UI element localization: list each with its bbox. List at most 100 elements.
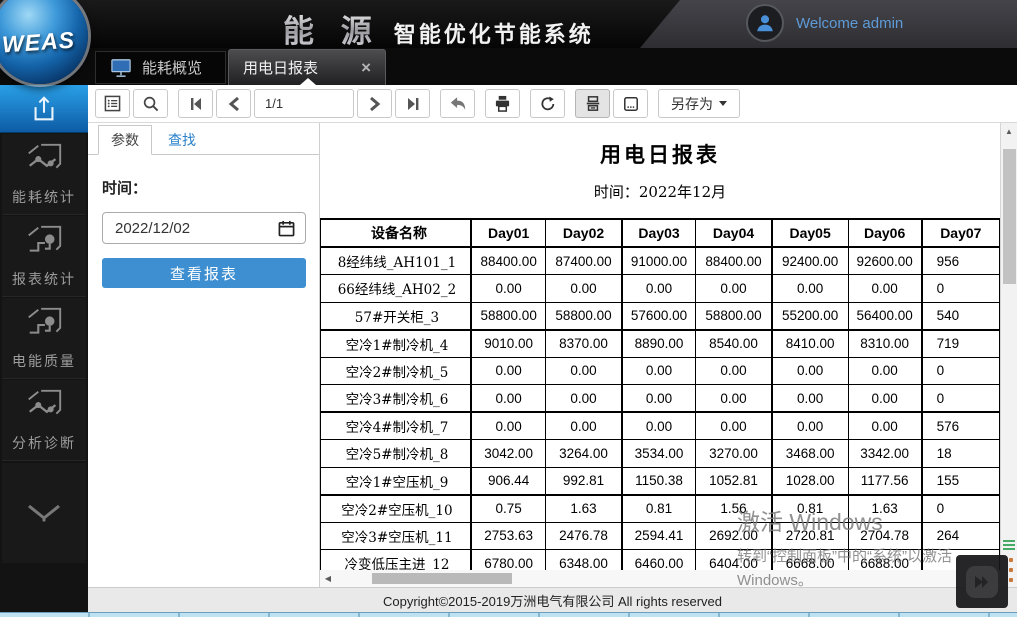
value-cell: 8540.00 <box>696 330 772 358</box>
value-cell: 0.00 <box>772 275 848 303</box>
close-tab-icon[interactable]: × <box>361 58 371 78</box>
value-cell: 0.00 <box>696 385 772 413</box>
value-cell: 3270.00 <box>696 440 772 468</box>
value-cell: 0.00 <box>848 275 922 303</box>
last-page-button[interactable] <box>395 89 430 118</box>
params-panel-toggle-button[interactable] <box>95 89 130 118</box>
value-cell: 18 <box>922 440 1000 468</box>
table-row: 空冷3#空压机_112753.632476.782594.412692.0027… <box>321 522 1000 550</box>
day-column-header: Day03 <box>622 219 696 247</box>
save-as-button[interactable]: 另存为 <box>658 89 740 118</box>
value-cell: 540 <box>922 302 1000 330</box>
value-cell: 58800.00 <box>546 302 622 330</box>
next-page-button[interactable] <box>357 89 392 118</box>
time-label: 时间： <box>102 177 319 198</box>
day-column-header: Day06 <box>848 219 922 247</box>
value-cell: 1.56 <box>696 495 772 523</box>
value-cell: 1150.38 <box>622 467 696 495</box>
scroll-left-arrow-icon[interactable]: ◀ <box>320 574 336 583</box>
sidebar-item-report-stats[interactable]: 报表统计 <box>2 216 86 297</box>
last-page-icon <box>406 97 420 111</box>
value-cell: 264 <box>922 522 1000 550</box>
report-subtitle: 时间：2022年12月 <box>320 181 1000 202</box>
recorder-icon[interactable] <box>966 566 998 598</box>
caret-down-icon <box>719 101 727 106</box>
value-cell: 0.00 <box>772 385 848 413</box>
chevron-down-icon <box>21 502 67 524</box>
report-title: 用电日报表 <box>320 139 1000 169</box>
refresh-button[interactable] <box>530 89 565 118</box>
welcome-text: Welcome admin <box>796 15 903 32</box>
value-cell: 92400.00 <box>772 247 848 275</box>
value-cell: 956 <box>922 247 1000 275</box>
value-cell: 8410.00 <box>772 330 848 358</box>
value-cell: 0.81 <box>772 495 848 523</box>
back-button[interactable] <box>440 89 475 118</box>
device-name-cell: 空冷2#空压机_10 <box>321 495 471 523</box>
tab-energy-overview[interactable]: 能耗概览 <box>95 51 226 84</box>
sidebar-expander[interactable] <box>2 463 86 563</box>
panel-tab-params[interactable]: 参数 <box>98 125 152 155</box>
sidebar-export-button[interactable] <box>0 85 88 133</box>
value-cell: 1.63 <box>546 495 622 523</box>
value-cell: 8370.00 <box>546 330 622 358</box>
date-picker-input[interactable]: 2022/12/02 <box>102 212 306 244</box>
value-cell: 2720.81 <box>772 522 848 550</box>
date-value: 2022/12/02 <box>115 220 190 237</box>
sidebar-item-power-quality[interactable]: 电能质量 <box>2 298 86 379</box>
first-page-button[interactable] <box>178 89 213 118</box>
value-cell: 1177.56 <box>848 467 922 495</box>
value-cell: 2594.41 <box>622 522 696 550</box>
value-cell: 88400.00 <box>696 247 772 275</box>
value-cell: 1052.81 <box>696 467 772 495</box>
user-avatar[interactable] <box>746 4 784 42</box>
user-area[interactable]: Welcome admin <box>746 4 903 42</box>
value-cell: 0.00 <box>546 412 622 440</box>
sidebar-item-label: 电能质量 <box>12 351 76 371</box>
weas-logo-text: WEAS <box>1 26 76 58</box>
search-button[interactable] <box>133 89 168 118</box>
view-report-button[interactable]: 查看报表 <box>102 258 306 288</box>
prev-page-button[interactable] <box>216 89 251 118</box>
footer: Copyright©2015-2019万洲电气有限公司 All rights r… <box>88 587 1017 612</box>
sidebar-item-analysis-diagnosis[interactable]: 分析诊断 <box>2 380 86 461</box>
value-cell: 0.00 <box>848 385 922 413</box>
report-table-body: 8经纬线_AH101_188400.0087400.0091000.008840… <box>321 247 1000 577</box>
page-view-button[interactable] <box>613 89 648 118</box>
panel-tab-search[interactable]: 查找 <box>156 126 208 154</box>
value-cell: 92600.00 <box>848 247 922 275</box>
skip-play-icon <box>974 575 990 589</box>
horizontal-scrollbar[interactable]: ◀ <box>320 570 1000 587</box>
value-cell: 719 <box>922 330 1000 358</box>
value-cell: 0.00 <box>622 275 696 303</box>
value-cell: 576 <box>922 412 1000 440</box>
vertical-scroll-thumb[interactable] <box>1003 149 1016 284</box>
scroll-up-arrow-icon[interactable]: ▲ <box>1001 123 1017 139</box>
refresh-icon <box>540 96 556 112</box>
value-cell: 0.81 <box>622 495 696 523</box>
value-cell: 906.44 <box>471 467 546 495</box>
value-cell: 57600.00 <box>622 302 696 330</box>
value-cell: 3468.00 <box>772 440 848 468</box>
device-name-cell: 66经纬线_AH02_2 <box>321 275 471 303</box>
sidebar-item-label: 能耗统计 <box>12 187 76 207</box>
page-number-input[interactable] <box>254 89 354 118</box>
device-name-cell: 8经纬线_AH101_1 <box>321 247 471 275</box>
horizontal-scroll-thumb[interactable] <box>372 573 512 584</box>
value-cell: 0.00 <box>622 385 696 413</box>
calendar-icon[interactable] <box>278 220 295 237</box>
value-cell: 2692.00 <box>696 522 772 550</box>
day-column-header: Day07 <box>922 219 1000 247</box>
print-layout-button[interactable] <box>575 89 610 118</box>
print-button[interactable] <box>485 89 520 118</box>
table-row: 空冷5#制冷机_83042.003264.003534.003270.00346… <box>321 440 1000 468</box>
value-cell: 0.00 <box>471 275 546 303</box>
tab-label: 用电日报表 <box>243 57 318 78</box>
table-row: 空冷4#制冷机_70.000.000.000.000.000.00576 <box>321 412 1000 440</box>
vertical-scrollbar[interactable]: ▲ <box>1000 123 1017 587</box>
value-cell: 0 <box>922 275 1000 303</box>
screen-recorder-widget[interactable] <box>956 555 1008 608</box>
value-cell: 58800.00 <box>696 302 772 330</box>
sidebar-item-energy-stats[interactable]: 能耗统计 <box>2 134 86 215</box>
back-icon <box>449 96 467 111</box>
